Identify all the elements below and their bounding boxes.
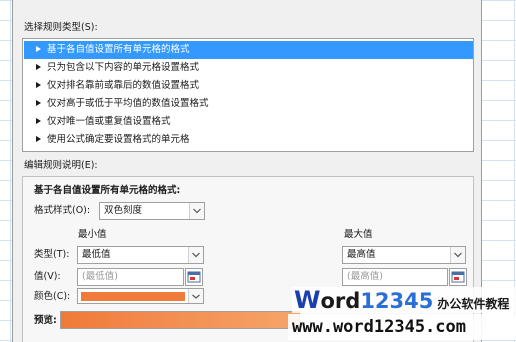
rule-type-item[interactable]: 使用公式确定要设置格式的单元格	[24, 131, 473, 149]
rule-type-item[interactable]: 仅对唯一值或重复值设置格式	[24, 113, 473, 131]
max-type-select[interactable]: 最高值	[342, 246, 466, 264]
triangle-right-icon	[36, 136, 41, 142]
maximum-header: 最大值	[344, 229, 373, 240]
chevron-down-icon	[192, 294, 200, 299]
format-style-label: 格式样式(O):	[34, 205, 91, 216]
rule-type-label: 选择规则类型(S):	[24, 22, 98, 33]
range-picker-button[interactable]	[185, 268, 203, 286]
preview-label: 预览:	[34, 315, 57, 326]
rule-type-item[interactable]: 仅对排名靠前或靠后的数值设置格式	[24, 77, 473, 95]
min-type-select[interactable]: 最低值	[77, 246, 204, 264]
chevron-down-icon	[454, 252, 462, 258]
max-value-input[interactable]: (最高值)	[342, 268, 448, 286]
value-label: 值(V):	[34, 271, 61, 282]
format-style-select[interactable]: 双色刻度	[99, 202, 205, 220]
rule-description-heading: 基于各自值设置所有单元格的格式:	[34, 185, 181, 196]
triangle-right-icon	[36, 82, 41, 88]
min-value-input[interactable]: (最低值)	[77, 268, 184, 286]
min-color-select[interactable]	[77, 288, 204, 304]
rule-type-item[interactable]: 只为包含以下内容的单元格设置格式	[24, 59, 473, 77]
dropdown-button[interactable]	[188, 289, 203, 303]
chevron-down-icon	[192, 252, 200, 258]
triangle-right-icon	[36, 100, 41, 106]
minimum-header: 最小值	[78, 229, 107, 240]
type-label: 类型(T):	[34, 249, 70, 260]
watermark-logo: Word12345 办公软件教程	[292, 287, 516, 313]
color-scale-preview	[60, 311, 300, 329]
edit-rule-label: 编辑规则说明(E):	[24, 160, 98, 171]
range-picker-button[interactable]	[449, 268, 467, 286]
color-label: 颜色(C):	[34, 291, 71, 302]
rule-type-item[interactable]: 基于各自值设置所有单元格的格式	[24, 41, 473, 59]
triangle-right-icon	[36, 118, 41, 124]
dropdown-button[interactable]	[189, 203, 204, 219]
triangle-right-icon	[36, 46, 41, 52]
triangle-right-icon	[36, 64, 41, 70]
range-select-icon	[187, 271, 201, 283]
chevron-down-icon	[193, 208, 201, 214]
watermark-url: www.word12345.com	[288, 314, 516, 340]
rule-type-item[interactable]: 仅对高于或低于平均值的数值设置格式	[24, 95, 473, 113]
dropdown-button[interactable]	[188, 247, 203, 263]
rule-type-list[interactable]: 基于各自值设置所有单元格的格式 只为包含以下内容的单元格设置格式 仅对排名靠前或…	[22, 38, 474, 152]
color-swatch	[81, 292, 185, 301]
dropdown-button[interactable]	[450, 247, 465, 263]
range-select-icon	[451, 271, 465, 283]
